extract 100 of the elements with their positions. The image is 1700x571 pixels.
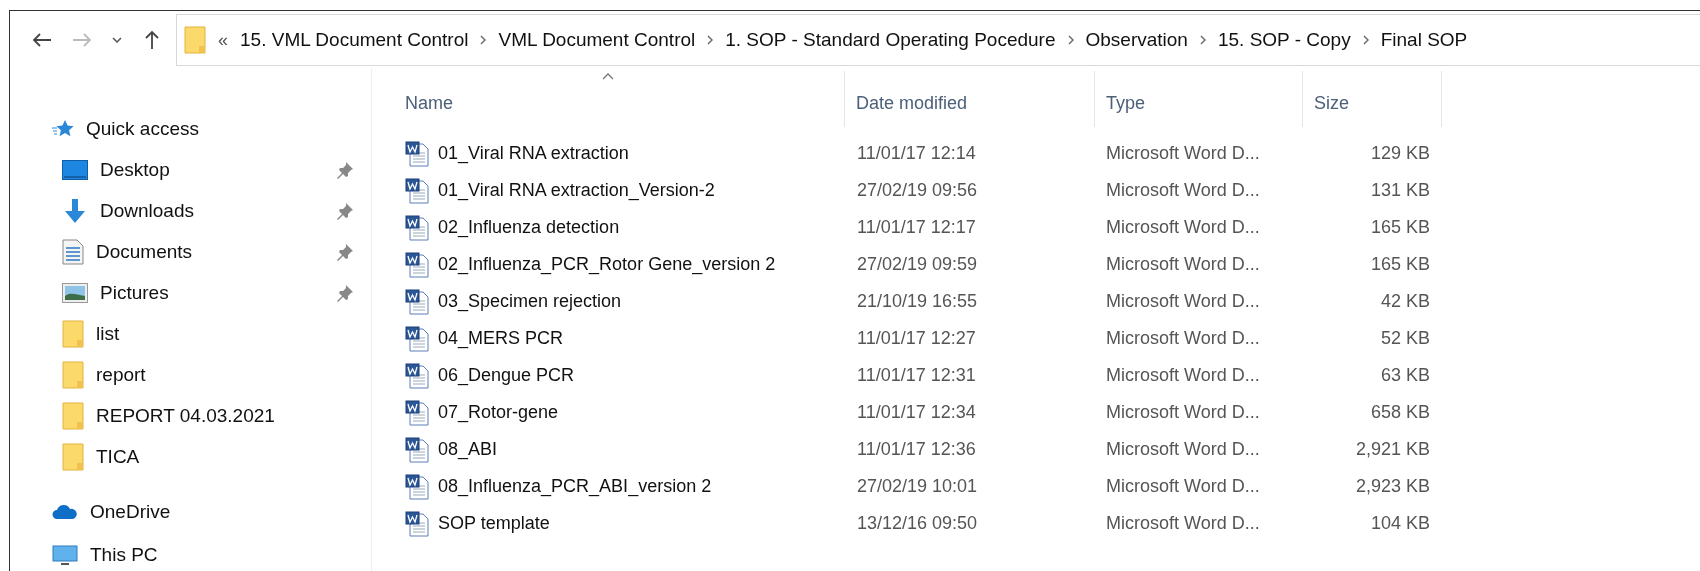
file-size-cell: 52 KB — [1380, 328, 1430, 349]
file-type-cell: Microsoft Word D... — [1106, 513, 1260, 534]
file-size-cell: 104 KB — [1370, 513, 1430, 534]
chevron-right-icon[interactable] — [707, 35, 714, 45]
sidebar-item[interactable]: This PC — [10, 536, 371, 571]
breadcrumb-item[interactable]: 1. SOP - Standard Operating Pocedure — [725, 29, 1056, 51]
sidebar-item[interactable]: TICA — [10, 436, 371, 477]
word-document-icon — [405, 325, 429, 352]
word-document-icon — [405, 510, 429, 537]
file-name[interactable]: 01_Viral RNA extraction — [438, 143, 629, 164]
file-size-cell: 658 KB — [1370, 402, 1430, 423]
breadcrumb-item[interactable]: VML Document Control — [498, 29, 696, 51]
file-name[interactable]: 02_Influenza detection — [438, 217, 620, 238]
date-modified-cell: 11/01/17 12:27 — [857, 328, 976, 349]
date-modified-cell: 27/02/19 10:01 — [857, 476, 978, 497]
word-document-icon — [405, 251, 429, 278]
file-size-cell: 129 KB — [1370, 143, 1430, 164]
file-type-cell: Microsoft Word D... — [1106, 254, 1260, 275]
date-modified-cell: 27/02/19 09:56 — [857, 180, 978, 201]
sidebar-item[interactable]: REPORT 04.03.2021 — [10, 395, 371, 436]
file-size-cell: 131 KB — [1370, 180, 1430, 201]
word-document-icon — [405, 140, 429, 167]
file-name[interactable]: 03_Specimen rejection — [438, 291, 622, 312]
file-type-cell: Microsoft Word D... — [1106, 439, 1260, 460]
column-header[interactable]: Size — [1303, 71, 1442, 127]
sidebar-item[interactable]: report — [10, 354, 371, 395]
date-modified-cell: 11/01/17 12:31 — [857, 365, 976, 386]
chevron-down-icon[interactable] — [112, 37, 122, 43]
file-type-cell: Microsoft Word D... — [1106, 402, 1260, 423]
address-bar[interactable]: « 15. VML Document Control VML Document Control 1. SOP - Standard Operating Pocedure Observation 15. SOP - Copy Final SOP — [176, 14, 1700, 66]
file-name[interactable]: SOP template — [438, 513, 550, 534]
column-header[interactable]: Name — [372, 71, 845, 127]
file-type-cell: Microsoft Word D... — [1106, 143, 1260, 164]
file-type-cell: Microsoft Word D... — [1106, 365, 1260, 386]
chevron-right-icon[interactable] — [480, 35, 487, 45]
date-modified-cell: 11/01/17 12:14 — [857, 143, 976, 164]
date-modified-cell: 27/02/19 09:59 — [857, 254, 978, 275]
pin-icon[interactable] — [336, 283, 354, 302]
chevron-right-icon[interactable] — [1199, 35, 1206, 45]
date-modified-cell: 13/12/16 09:50 — [857, 513, 978, 534]
sidebar-item[interactable]: Documents — [10, 231, 371, 272]
date-modified-cell: 11/01/17 12:17 — [857, 217, 976, 238]
date-modified-cell: 21/10/19 16:55 — [857, 291, 978, 312]
word-document-icon — [405, 214, 429, 241]
pin-icon[interactable] — [336, 242, 354, 261]
folder-icon — [184, 26, 206, 54]
sidebar-item[interactable]: OneDrive — [10, 491, 371, 532]
file-name[interactable]: 01_Viral RNA extraction_Version-2 — [438, 180, 715, 201]
up-arrow-icon[interactable] — [144, 30, 160, 50]
file-size-cell: 165 KB — [1370, 254, 1430, 275]
file-size-cell: 42 KB — [1380, 291, 1430, 312]
picture-icon — [62, 282, 88, 303]
file-size-cell: 165 KB — [1370, 217, 1430, 238]
sidebar-item[interactable]: Pictures — [10, 272, 371, 313]
file-size-cell: 2,923 KB — [1355, 476, 1430, 497]
breadcrumb-item[interactable]: Observation — [1085, 29, 1188, 51]
file-name[interactable]: 06_Dengue PCR — [438, 365, 575, 386]
file-type-cell: Microsoft Word D... — [1106, 291, 1260, 312]
folder-icon — [62, 360, 84, 389]
file-name[interactable]: 02_Influenza_PCR_Rotor Gene_version 2 — [438, 254, 776, 275]
overflow-chevron[interactable]: « — [218, 29, 228, 51]
document-icon — [62, 238, 84, 265]
sidebar-item[interactable]: Desktop — [10, 149, 371, 190]
pin-icon[interactable] — [336, 160, 354, 179]
breadcrumb-item[interactable]: 15. SOP - Copy — [1217, 29, 1351, 51]
file-size-cell: 2,921 KB — [1355, 439, 1430, 460]
word-document-icon — [405, 473, 429, 500]
file-size-cell: 63 KB — [1380, 365, 1430, 386]
folder-icon — [62, 442, 84, 471]
file-name[interactable]: 07_Rotor-gene — [438, 402, 559, 423]
download-arrow-icon — [62, 197, 88, 224]
date-modified-cell: 11/01/17 12:36 — [857, 439, 976, 460]
file-type-cell: Microsoft Word D... — [1106, 217, 1260, 238]
star-icon — [52, 118, 74, 139]
column-header[interactable]: Type — [1095, 71, 1303, 127]
word-document-icon — [405, 177, 429, 204]
breadcrumb-item[interactable]: Final SOP — [1380, 29, 1468, 51]
monitor-icon — [52, 545, 78, 565]
date-modified-cell: 11/01/17 12:34 — [857, 402, 976, 423]
cloud-icon — [52, 503, 78, 520]
file-name[interactable]: 08_Influenza_PCR_ABI_version 2 — [438, 476, 712, 497]
word-document-icon — [405, 288, 429, 315]
back-icon[interactable] — [32, 32, 52, 48]
breadcrumb-item[interactable]: 15. VML Document Control — [240, 29, 469, 51]
file-name[interactable]: 04_MERS PCR — [438, 328, 564, 349]
sidebar-item[interactable]: Downloads — [10, 190, 371, 231]
folder-icon — [62, 319, 84, 348]
word-document-icon — [405, 399, 429, 426]
chevron-right-icon[interactable] — [1362, 35, 1369, 45]
sidebar-item[interactable]: list — [10, 313, 371, 354]
sort-caret-icon — [602, 73, 614, 80]
folder-icon — [62, 401, 84, 430]
chevron-right-icon[interactable] — [1067, 35, 1074, 45]
file-name[interactable]: 08_ABI — [438, 439, 498, 460]
word-document-icon — [405, 436, 429, 463]
column-header[interactable]: Date modified — [845, 71, 1095, 127]
file-type-cell: Microsoft Word D... — [1106, 180, 1260, 201]
pin-icon[interactable] — [336, 201, 354, 220]
sidebar-item[interactable]: Quick access — [10, 108, 371, 149]
file-type-cell: Microsoft Word D... — [1106, 328, 1260, 349]
